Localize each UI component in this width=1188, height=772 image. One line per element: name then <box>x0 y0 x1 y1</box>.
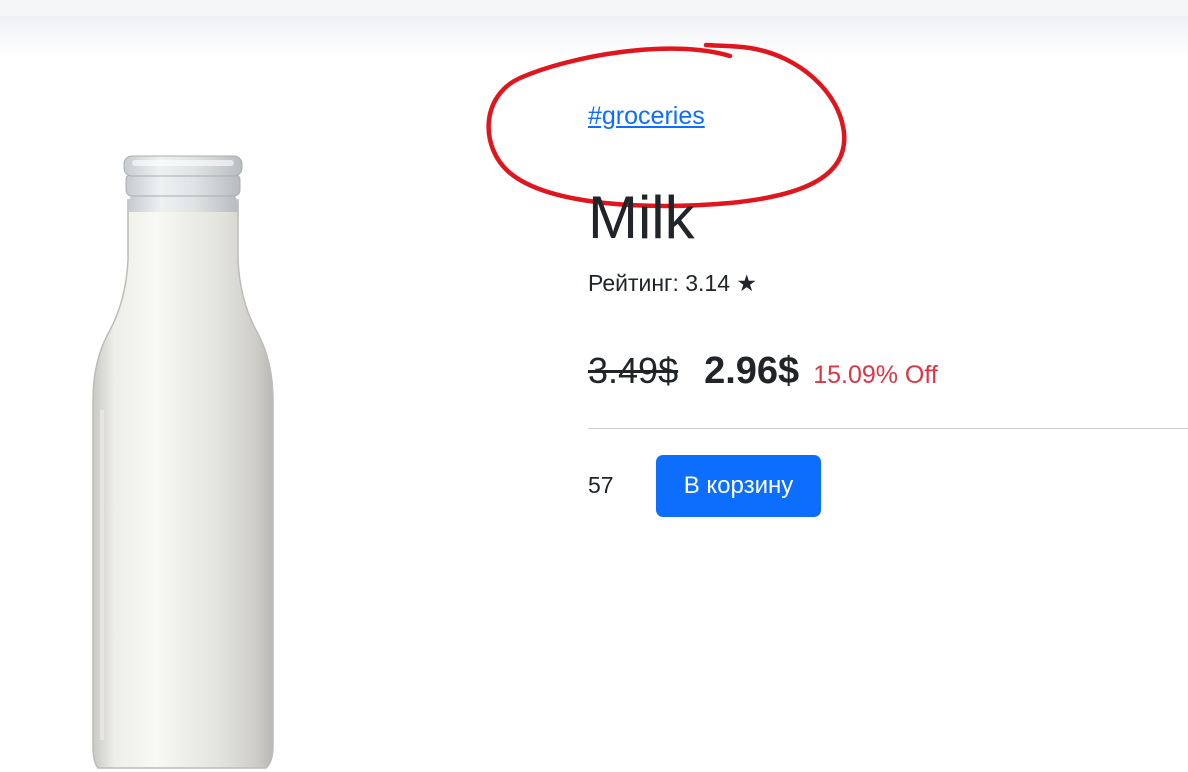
add-to-cart-button[interactable]: В корзину <box>656 455 821 517</box>
new-price: 2.96$ <box>704 350 800 392</box>
product-rating: Рейтинг: 3.14 ★ <box>588 270 757 296</box>
category-tag-link[interactable]: #groceries <box>588 102 705 131</box>
product-image-milk-bottle <box>92 155 274 769</box>
top-navbar <box>0 0 1188 16</box>
discount-label: 15.09% Off <box>813 361 938 389</box>
divider <box>588 428 1188 429</box>
price-row: 3.49$ 2.96$ 15.09% Off <box>588 350 938 393</box>
old-price: 3.49$ <box>588 350 679 391</box>
stock-quantity: 57 <box>588 472 614 498</box>
product-title: Milk <box>588 184 695 251</box>
navbar-shadow <box>0 16 1188 60</box>
